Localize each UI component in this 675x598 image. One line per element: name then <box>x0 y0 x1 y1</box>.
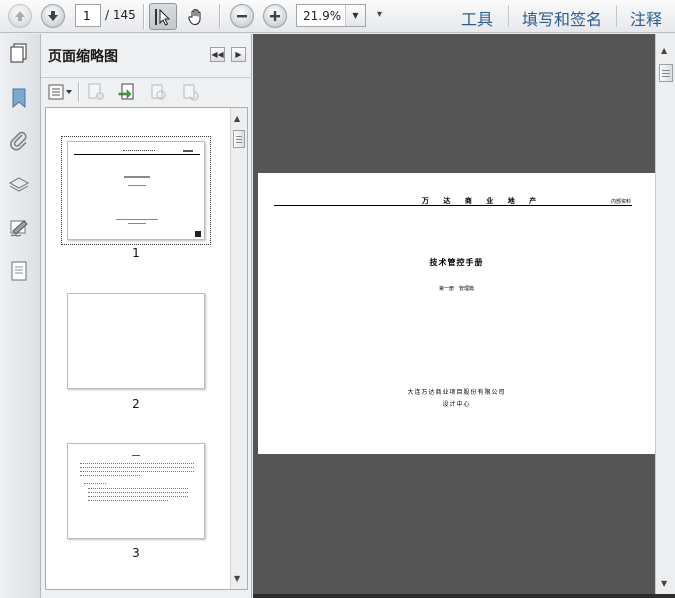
thumbnail-toolbar <box>41 78 252 106</box>
thumbnail-options-icon <box>48 84 72 100</box>
attachment-icon <box>10 131 27 151</box>
double-chevron-left-icon: ◀◀ <box>211 50 224 59</box>
scroll-down-icon[interactable]: ▼ <box>661 579 667 588</box>
layers-icon <box>8 177 30 192</box>
hand-tool-icon <box>188 8 201 25</box>
menu-divider <box>508 5 509 27</box>
scrollbar-thumb[interactable] <box>233 130 245 148</box>
thumbnail-options-button[interactable] <box>46 82 74 102</box>
department-name: 设计中心 <box>442 401 471 408</box>
select-tool-icon <box>155 8 171 26</box>
delete-page-icon <box>88 83 104 100</box>
menu-tools[interactable]: 工具 <box>461 6 493 30</box>
zoom-in-icon <box>270 11 280 21</box>
status-strip <box>253 594 675 598</box>
menu-fill-sign[interactable]: 填写和签名 <box>522 6 602 30</box>
thumbnail-label: 2 <box>132 397 140 411</box>
page-thumbnail-2[interactable] <box>67 293 205 389</box>
panel-header: 页面缩略图 ◀◀ ▶ <box>41 34 252 78</box>
toolbar-divider <box>219 4 220 29</box>
menu-divider <box>616 5 617 27</box>
signatures-nav-button[interactable] <box>7 216 31 240</box>
page-thumbnails-icon <box>10 43 27 63</box>
scroll-up-icon[interactable]: ▲ <box>661 46 667 55</box>
delete-page-button[interactable] <box>85 82 107 102</box>
print-page-button[interactable] <box>147 82 169 102</box>
insert-page-icon <box>118 83 134 100</box>
bookmarks-nav-button[interactable] <box>7 86 31 110</box>
header-rule <box>274 205 632 206</box>
print-page-icon <box>151 84 166 100</box>
toolbar-divider <box>143 4 144 29</box>
more-tools-icon[interactable]: ▾ <box>377 9 382 20</box>
company-name: 大连万达商业项目股份有限公司 <box>407 389 506 396</box>
content-nav-button[interactable] <box>7 259 31 283</box>
page-total-label: / 145 <box>105 8 136 22</box>
attachments-nav-button[interactable] <box>7 129 31 153</box>
page-thumbnails-nav-button[interactable] <box>7 41 31 65</box>
toolbar-divider <box>78 82 79 102</box>
scroll-up-icon[interactable]: ▲ <box>234 114 240 123</box>
collapse-panel-button[interactable]: ◀◀ <box>210 47 225 62</box>
page-number-input[interactable] <box>75 4 101 27</box>
page-content-icon <box>11 261 27 281</box>
navigation-icon-bar <box>0 34 41 598</box>
main-toolbar: / 145 21.9% ▼ ▾ 工具 填写和签名 注释 <box>0 0 675 33</box>
next-page-icon <box>48 11 58 21</box>
zoom-out-button[interactable] <box>230 4 254 28</box>
thumbnail-label: 1 <box>132 246 140 260</box>
zoom-value: 21.9% <box>303 9 342 23</box>
next-page-button[interactable] <box>41 4 65 28</box>
document-view[interactable]: 万 达 商 业 地 产 内部资料 技术管控手册 第一册 管理篇 大连万达商业项目… <box>253 34 655 594</box>
menu-comment[interactable]: 注释 <box>630 6 662 30</box>
zoom-in-button[interactable] <box>263 4 287 28</box>
layers-nav-button[interactable] <box>7 173 31 197</box>
thumbnail-label: 3 <box>132 546 140 560</box>
thumbnail-list[interactable]: 1 2 3 ▲ ▼ <box>45 107 248 590</box>
document-scrollbar[interactable]: ▲ ▼ <box>655 34 675 594</box>
previous-page-button[interactable] <box>8 4 32 28</box>
chevron-right-icon: ▶ <box>235 50 242 59</box>
document-page: 万 达 商 业 地 产 内部资料 技术管控手册 第一册 管理篇 大连万达商业项目… <box>258 173 655 454</box>
thumbnail-scrollbar[interactable]: ▲ ▼ <box>230 108 247 589</box>
panel-expand-button[interactable]: ▶ <box>231 47 246 62</box>
signature-icon <box>10 220 28 237</box>
page-header-right: 内部资料 <box>610 199 631 205</box>
page-thumbnail-1[interactable] <box>67 141 205 240</box>
scroll-down-icon[interactable]: ▼ <box>234 574 240 583</box>
bookmark-icon <box>12 88 26 109</box>
page-thumbnails-panel: 页面缩略图 ◀◀ ▶ 1 2 3 ▲ ▼ <box>41 34 252 598</box>
document-subtitle: 第一册 管理篇 <box>438 286 474 292</box>
document-title: 技术管控手册 <box>429 258 484 267</box>
chevron-down-icon[interactable]: ▼ <box>345 5 365 26</box>
page-thumbnail-3[interactable] <box>67 443 205 539</box>
rotate-page-icon <box>183 84 199 101</box>
zoom-select[interactable]: 21.9% ▼ <box>296 4 366 27</box>
panel-title: 页面缩略图 <box>48 49 118 65</box>
prev-page-icon <box>15 11 25 21</box>
insert-page-button[interactable] <box>116 82 138 102</box>
zoom-out-icon <box>237 15 247 18</box>
select-tool-button[interactable] <box>149 3 177 30</box>
scrollbar-thumb[interactable] <box>659 64 673 82</box>
rotate-page-button[interactable] <box>179 82 201 102</box>
hand-tool-button[interactable] <box>182 3 210 30</box>
